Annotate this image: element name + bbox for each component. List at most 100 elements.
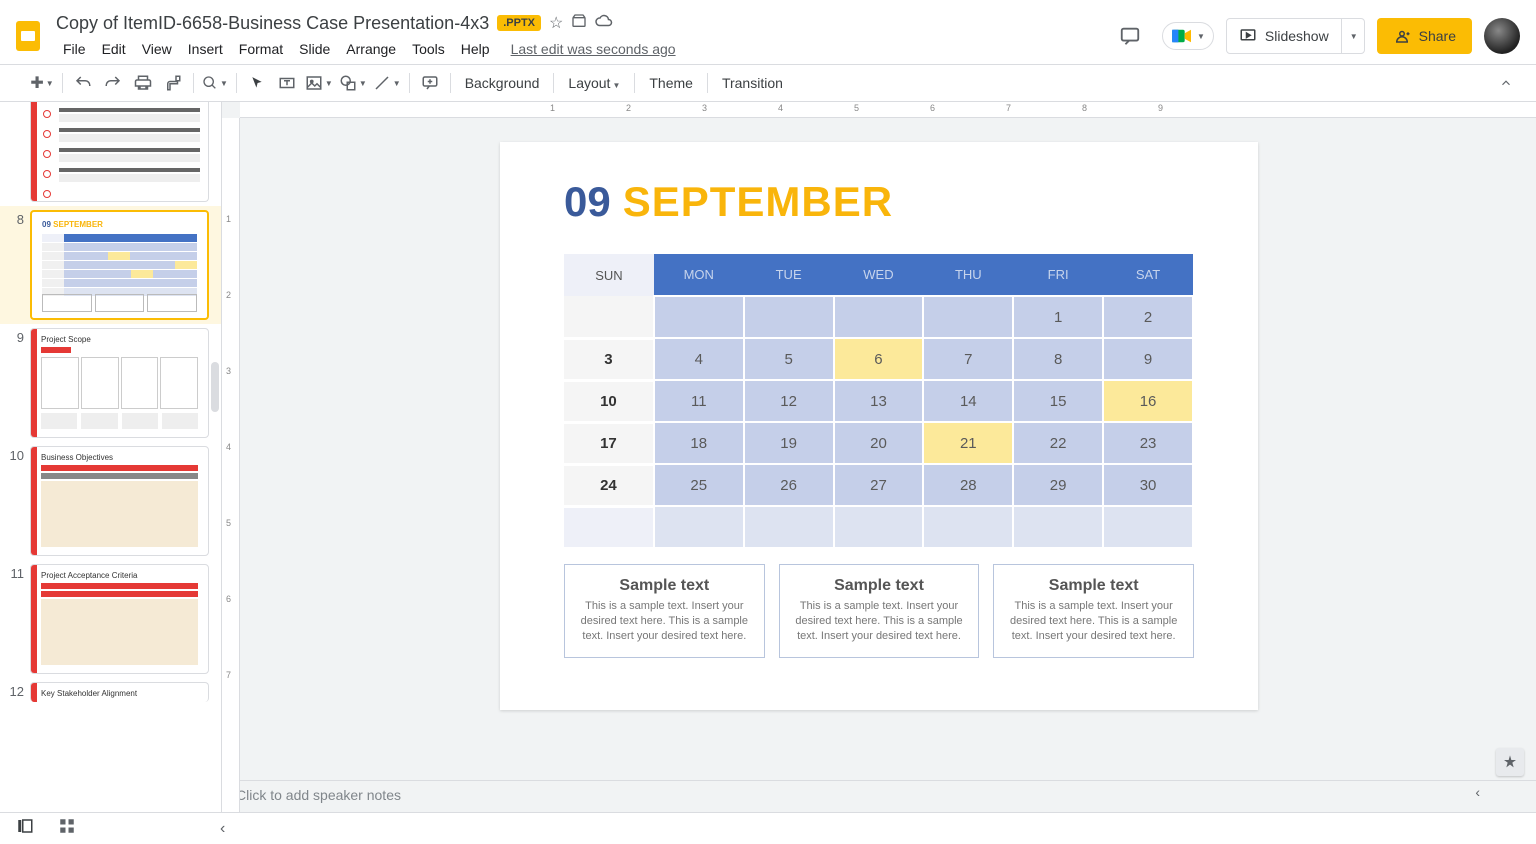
- image-tool[interactable]: ▼: [303, 69, 335, 97]
- print-button[interactable]: [129, 69, 157, 97]
- calendar-cell[interactable]: [834, 296, 924, 338]
- document-title[interactable]: Copy of ItemID-6658-Business Case Presen…: [56, 13, 489, 34]
- star-icon[interactable]: ☆: [549, 13, 563, 33]
- calendar-cell[interactable]: 3: [564, 338, 654, 380]
- layout-button[interactable]: Layout▼: [560, 75, 628, 91]
- calendar-cell[interactable]: 8: [1013, 338, 1103, 380]
- calendar-cell[interactable]: 6: [834, 338, 924, 380]
- calendar-cell[interactable]: 28: [923, 464, 1013, 506]
- calendar-cell[interactable]: 21: [923, 422, 1013, 464]
- thumb-slide-10[interactable]: Business Objectives: [30, 446, 209, 556]
- calendar-cell[interactable]: [654, 296, 744, 338]
- menu-edit[interactable]: Edit: [95, 39, 133, 59]
- side-panel-chevron[interactable]: ‹: [1475, 784, 1480, 800]
- transition-button[interactable]: Transition: [714, 75, 791, 91]
- calendar-cell[interactable]: 27: [834, 464, 924, 506]
- calendar-cell[interactable]: [923, 506, 1013, 548]
- calendar-cell[interactable]: 25: [654, 464, 744, 506]
- filmstrip-collapse-icon[interactable]: ‹: [220, 820, 225, 838]
- calendar-cell[interactable]: 2: [1103, 296, 1193, 338]
- share-button[interactable]: Share: [1377, 18, 1472, 54]
- calendar-cell[interactable]: [654, 506, 744, 548]
- slide-canvas[interactable]: 09 SEPTEMBER SUNMONTUEWEDTHUFRISAT 12345…: [500, 142, 1258, 710]
- calendar-cell[interactable]: 13: [834, 380, 924, 422]
- cloud-icon[interactable]: [595, 12, 613, 35]
- calendar-cell[interactable]: 5: [744, 338, 834, 380]
- menu-view[interactable]: View: [135, 39, 179, 59]
- textbox-tool[interactable]: [273, 69, 301, 97]
- grid-view-icon[interactable]: [58, 817, 76, 840]
- slideshow-button[interactable]: Slideshow ▼: [1226, 18, 1365, 54]
- menu-format[interactable]: Format: [232, 39, 290, 59]
- calendar-table[interactable]: SUNMONTUEWEDTHUFRISAT 123456789101112131…: [564, 254, 1194, 550]
- shape-tool[interactable]: ▼: [337, 69, 369, 97]
- calendar-cell[interactable]: [744, 506, 834, 548]
- background-button[interactable]: Background: [457, 75, 548, 91]
- meet-button[interactable]: ▼: [1162, 22, 1214, 50]
- calendar-cell[interactable]: [744, 296, 834, 338]
- sample-text-box[interactable]: Sample textThis is a sample text. Insert…: [779, 564, 980, 658]
- calendar-cell[interactable]: [564, 506, 654, 548]
- calendar-cell[interactable]: 17: [564, 422, 654, 464]
- comment-tool[interactable]: [416, 69, 444, 97]
- calendar-cell[interactable]: 4: [654, 338, 744, 380]
- paint-format-button[interactable]: [159, 69, 187, 97]
- explore-button[interactable]: [1496, 748, 1524, 776]
- calendar-cell[interactable]: 15: [1013, 380, 1103, 422]
- calendar-cell[interactable]: 7: [923, 338, 1013, 380]
- select-tool[interactable]: [243, 69, 271, 97]
- sample-text-box[interactable]: Sample textThis is a sample text. Insert…: [564, 564, 765, 658]
- redo-button[interactable]: [99, 69, 127, 97]
- calendar-cell[interactable]: [923, 296, 1013, 338]
- filmstrip-scrollbar[interactable]: [211, 362, 219, 412]
- thumb-slide-8[interactable]: 09 SEPTEMBER: [30, 210, 209, 320]
- calendar-cell[interactable]: 20: [834, 422, 924, 464]
- menu-arrange[interactable]: Arrange: [339, 39, 403, 59]
- move-icon[interactable]: [571, 13, 587, 34]
- sample-text-box[interactable]: Sample textThis is a sample text. Insert…: [993, 564, 1194, 658]
- undo-button[interactable]: [69, 69, 97, 97]
- calendar-cell[interactable]: 29: [1013, 464, 1103, 506]
- account-avatar[interactable]: [1484, 18, 1520, 54]
- calendar-cell[interactable]: 10: [564, 380, 654, 422]
- slide-title[interactable]: 09 SEPTEMBER: [564, 178, 1194, 226]
- calendar-cell[interactable]: 22: [1013, 422, 1103, 464]
- slideshow-dropdown[interactable]: ▼: [1341, 19, 1364, 53]
- new-slide-button[interactable]: ✚▼: [28, 69, 56, 97]
- calendar-cell[interactable]: [564, 296, 654, 338]
- menu-insert[interactable]: Insert: [181, 39, 230, 59]
- calendar-cell[interactable]: 11: [654, 380, 744, 422]
- thumb-slide-7[interactable]: [30, 102, 209, 202]
- thumb-slide-11[interactable]: Project Acceptance Criteria: [30, 564, 209, 674]
- calendar-cell[interactable]: [1103, 506, 1193, 548]
- calendar-cell[interactable]: 14: [923, 380, 1013, 422]
- last-edit-link[interactable]: Last edit was seconds ago: [511, 41, 676, 57]
- calendar-cell[interactable]: 23: [1103, 422, 1193, 464]
- thumb-slide-9[interactable]: Project Scope: [30, 328, 209, 438]
- calendar-cell[interactable]: 19: [744, 422, 834, 464]
- menu-slide[interactable]: Slide: [292, 39, 337, 59]
- menu-file[interactable]: File: [56, 39, 93, 59]
- theme-button[interactable]: Theme: [641, 75, 701, 91]
- slides-logo[interactable]: [8, 16, 48, 56]
- line-tool[interactable]: ▼: [371, 69, 403, 97]
- filmstrip[interactable]: 8 09 SEPTEMBER 9 Project Scope: [0, 102, 222, 812]
- speaker-notes[interactable]: Click to add speaker notes: [222, 780, 1536, 812]
- calendar-cell[interactable]: [834, 506, 924, 548]
- zoom-button[interactable]: ▼: [200, 69, 230, 97]
- filmstrip-view-icon[interactable]: [16, 817, 34, 840]
- calendar-cell[interactable]: 9: [1103, 338, 1193, 380]
- calendar-cell[interactable]: 26: [744, 464, 834, 506]
- comments-icon[interactable]: [1110, 16, 1150, 56]
- calendar-cell[interactable]: 30: [1103, 464, 1193, 506]
- calendar-cell[interactable]: [1013, 506, 1103, 548]
- menu-tools[interactable]: Tools: [405, 39, 452, 59]
- calendar-cell[interactable]: 24: [564, 464, 654, 506]
- calendar-cell[interactable]: 1: [1013, 296, 1103, 338]
- calendar-cell[interactable]: 12: [744, 380, 834, 422]
- collapse-toolbar-icon[interactable]: [1492, 69, 1520, 97]
- thumb-slide-12[interactable]: Key Stakeholder Alignment: [30, 682, 209, 702]
- calendar-cell[interactable]: 18: [654, 422, 744, 464]
- calendar-cell[interactable]: 16: [1103, 380, 1193, 422]
- menu-help[interactable]: Help: [454, 39, 497, 59]
